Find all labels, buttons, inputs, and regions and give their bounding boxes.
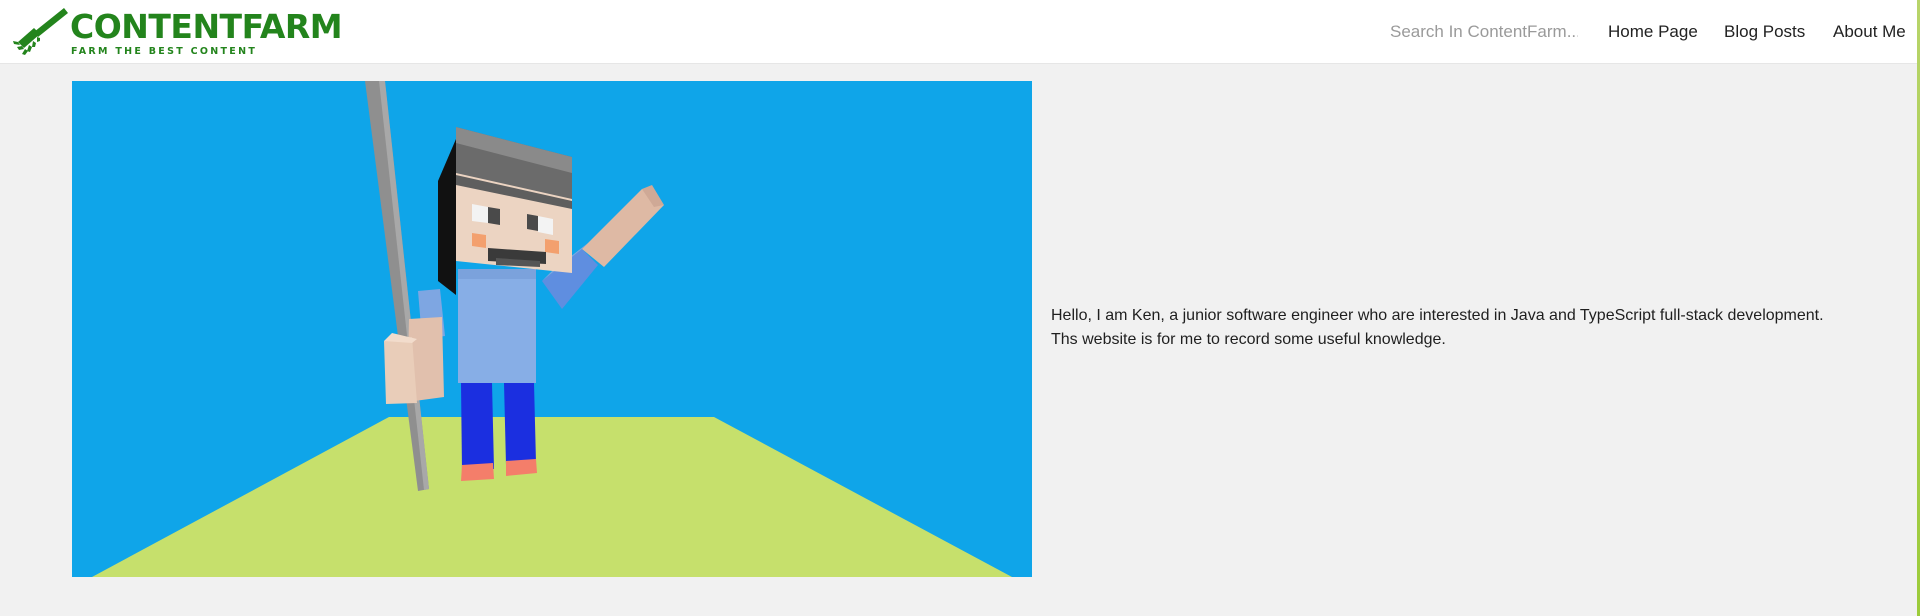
logo-tagline: FARM THE BEST CONTENT <box>71 46 258 57</box>
intro-line-2: Ths website is for me to record some use… <box>1051 331 1446 348</box>
nav-home-page-link[interactable]: Home Page <box>1608 22 1698 42</box>
top-navbar: CONTENTFARM FARM THE BEST CONTENT Home P… <box>0 0 1920 64</box>
nav-blog-posts-link[interactable]: Blog Posts <box>1724 22 1805 42</box>
nav-about-me-link[interactable]: About Me <box>1833 22 1906 42</box>
intro-line-1: Hello, I am Ken, a junior software engin… <box>1051 307 1824 324</box>
logo-link[interactable]: CONTENTFARM FARM THE BEST CONTENT <box>12 4 343 60</box>
rake-icon <box>13 8 68 55</box>
hero-illustration <box>72 81 1032 577</box>
intro-text: Hello, I am Ken, a junior software engin… <box>1051 304 1891 352</box>
search-input[interactable] <box>1390 18 1590 46</box>
voxel-character-illustration <box>72 81 1032 577</box>
logo-wordmark: CONTENTFARM <box>70 7 343 46</box>
